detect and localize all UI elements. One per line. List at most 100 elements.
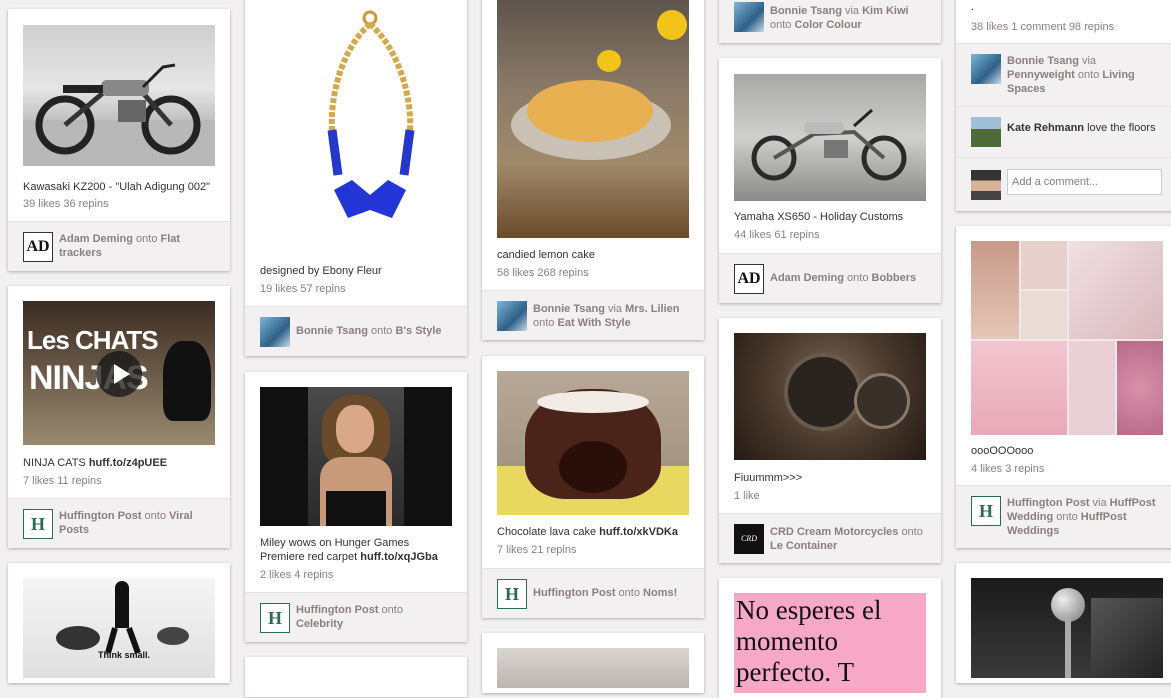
ad-slogan: Think small.	[98, 650, 151, 660]
pin-gear-shifter[interactable]	[956, 563, 1171, 683]
attribution-board-link-cont[interactable]: Weddings	[1007, 525, 1059, 537]
pin-attribution: AD Adam Deming onto Flat trackers	[8, 221, 230, 271]
pin-living-spaces[interactable]: . 38 likes 1 comment 98 repins Bonnie Ts…	[956, 0, 1171, 211]
attribution-board-link-cont[interactable]: trackers	[59, 247, 102, 259]
attribution-text: Bonnie Tsang via Pennyweight onto Living…	[1007, 54, 1167, 96]
attribution-via-user-link[interactable]: HuffPost	[1110, 497, 1156, 509]
attribution-text: Bonnie Tsang via Kim Kiwi onto Color Col…	[770, 4, 930, 32]
avatar-huffington-post[interactable]: H	[971, 496, 1001, 526]
pin-image-think-small-ad[interactable]: Think small.	[23, 578, 215, 678]
pin-lava-cake[interactable]: Chocolate lava cake huff.to/xkVDKa 7 lik…	[482, 356, 704, 618]
attribution-board-link[interactable]: Color Colour	[794, 19, 861, 31]
pin-attribution: H Huffington Post onto Viral Posts	[8, 498, 230, 548]
pin-no-esperes[interactable]: No esperes el momento perfecto. T	[719, 578, 941, 698]
attribution-board-link[interactable]: Celebrity	[296, 618, 343, 630]
pin-think-small[interactable]: Think small.	[8, 563, 230, 683]
collage-cupcakes	[971, 341, 1067, 435]
pin-image-motorcycle-gauges[interactable]	[734, 333, 926, 460]
attribution-user-link[interactable]: Bonnie Tsang	[770, 5, 842, 17]
pin-necklace[interactable]: designed by Ebony Fleur 19 likes 57 repi…	[245, 0, 467, 356]
attribution-user-link[interactable]: Huffington Post	[533, 587, 615, 599]
pin-column2-bottom[interactable]	[245, 657, 467, 697]
avatar-huffington-post[interactable]: H	[260, 603, 290, 633]
attribution-board-link[interactable]: HuffPost	[1081, 511, 1127, 523]
quote-text: No esperes el momento perfecto. T	[736, 595, 881, 688]
attribution-user-link[interactable]: Bonnie Tsang	[1007, 55, 1079, 67]
avatar-bonnie-tsang[interactable]	[971, 54, 1001, 84]
pin-attribution: H Huffington Post onto Noms!	[482, 568, 704, 618]
pin-column3-bottom[interactable]	[482, 633, 704, 693]
attribution-via-user-link[interactable]: Mrs. Lilien	[625, 303, 679, 315]
comment-user-link[interactable]: Kate Rehmann	[1007, 122, 1084, 134]
pin-image-necklace[interactable]	[260, 0, 452, 260]
avatar-bonnie-tsang[interactable]	[260, 317, 290, 347]
attribution-user-link[interactable]: Huffington Post	[59, 510, 141, 522]
attribution-board-link[interactable]: Eat With Style	[557, 317, 630, 329]
pin-lemon-cake[interactable]: candied lemon cake 58 likes 268 repins B…	[482, 0, 704, 340]
attribution-board-link[interactable]: Bobbers	[872, 272, 917, 284]
pin-image-yamaha-motorcycle[interactable]	[734, 74, 926, 201]
add-comment-input[interactable]: Add a comment...	[1007, 169, 1162, 195]
avatar-adam-deming[interactable]: AD	[23, 232, 53, 262]
pin-attribution: CRD CRD Cream Motorcycles onto Le Contai…	[719, 513, 941, 563]
quote-line1: No esperes el	[736, 595, 882, 625]
play-icon[interactable]	[96, 351, 142, 397]
pin-kawasaki[interactable]: Kawasaki KZ200 - "Ulah Adigung 002" 39 l…	[8, 9, 230, 271]
pin-description: NINJA CATS huff.to/z4pUEE	[23, 456, 223, 470]
attribution-user-link[interactable]: Huffington Post	[296, 604, 378, 616]
attribution-board-link-cont[interactable]: Posts	[59, 524, 89, 536]
description-link[interactable]: huff.to/z4pUEE	[89, 457, 167, 469]
pin-image-wedding-collage[interactable]	[971, 241, 1163, 435]
attribution-via-user-link[interactable]: Kim Kiwi	[862, 5, 908, 17]
attribution-board-link[interactable]: Noms!	[643, 587, 677, 599]
pin-video-ninja-cats[interactable]: Les CHATS NINJAS	[23, 301, 215, 445]
attribution-user-link[interactable]: Adam Deming	[770, 272, 844, 284]
pin-image-lava-cake[interactable]	[497, 371, 689, 515]
pin-miley[interactable]: Miley wows on Hunger Games Premiere red …	[245, 372, 467, 642]
pin-image-miley[interactable]	[260, 387, 452, 526]
photo-face	[336, 405, 374, 453]
pin-image-kawasaki-motorcycle[interactable]	[23, 25, 215, 166]
attribution-onto: onto	[770, 19, 792, 31]
photo-shifter-knob	[1051, 588, 1085, 622]
description-link[interactable]: huff.to/xkVDKa	[599, 526, 678, 538]
attribution-user-link[interactable]: Bonnie Tsang	[533, 303, 605, 315]
pin-color-colour[interactable]: Bonnie Tsang via Kim Kiwi onto Color Col…	[719, 0, 941, 43]
attribution-board-link[interactable]: Viral	[169, 510, 193, 522]
pin-image-gear-shifter[interactable]	[971, 578, 1163, 678]
avatar-huffington-post[interactable]: H	[23, 509, 53, 539]
pin-ninja-cats[interactable]: Les CHATS NINJAS NINJA CATS huff.to/z4pU…	[8, 286, 230, 548]
pin-description: Yamaha XS650 - Holiday Customs	[734, 211, 904, 223]
pin-stats: 7 likes 21 repins	[497, 544, 577, 556]
pin-stats: 38 likes 1 comment 98 repins	[971, 21, 1115, 33]
attribution-user-link[interactable]: CRD Cream Motorcycles	[770, 526, 898, 538]
pin-fiuummm[interactable]: Fiuummm>>> 1 like CRD CRD Cream Motorcyc…	[719, 318, 941, 563]
pin-yamaha[interactable]: Yamaha XS650 - Holiday Customs 44 likes …	[719, 58, 941, 303]
attribution-via-user-link-cont[interactable]: Wedding	[1007, 511, 1053, 523]
avatar-bonnie-tsang[interactable]	[497, 301, 527, 331]
pin-stats: 58 likes 268 repins	[497, 267, 589, 279]
description-link[interactable]: huff.to/xqJGba	[360, 551, 438, 563]
pin-attribution: Bonnie Tsang via Mrs. Lilien onto Eat Wi…	[482, 290, 704, 340]
avatar-huffington-post[interactable]: H	[497, 579, 527, 609]
attribution-user-link[interactable]: Adam Deming	[59, 233, 133, 245]
attribution-board-link[interactable]: Flat	[161, 233, 181, 245]
avatar-crd-cream-motorcycles[interactable]: CRD	[734, 524, 764, 554]
photo-lemon	[657, 10, 687, 40]
pin-image-quote[interactable]: No esperes el momento perfecto. T	[734, 593, 926, 693]
avatar-adam-deming[interactable]: AD	[734, 264, 764, 294]
attribution-board-link[interactable]: B's Style	[395, 325, 441, 337]
pin-wedding[interactable]: oooOOOooo 4 likes 3 repins H Huffington …	[956, 226, 1171, 548]
attribution-board-link[interactable]: Le Container	[770, 540, 837, 552]
attribution-user-link[interactable]: Bonnie Tsang	[296, 325, 368, 337]
attribution-via-user-link[interactable]: Pennyweight	[1007, 69, 1075, 81]
avatar-bonnie-tsang[interactable]	[734, 2, 764, 32]
pin-image-lemon-cake[interactable]	[497, 0, 689, 238]
attribution-board-link-cont[interactable]: Spaces	[1007, 83, 1046, 95]
attribution-onto: onto	[381, 604, 403, 616]
attribution-user-link[interactable]: Huffington Post	[1007, 497, 1089, 509]
attribution-board-link[interactable]: Living	[1102, 69, 1134, 81]
avatar-kate-rehmann[interactable]	[971, 117, 1001, 147]
pin-stats: 4 likes 3 repins	[971, 463, 1045, 475]
pin-image-partial[interactable]	[497, 648, 689, 688]
